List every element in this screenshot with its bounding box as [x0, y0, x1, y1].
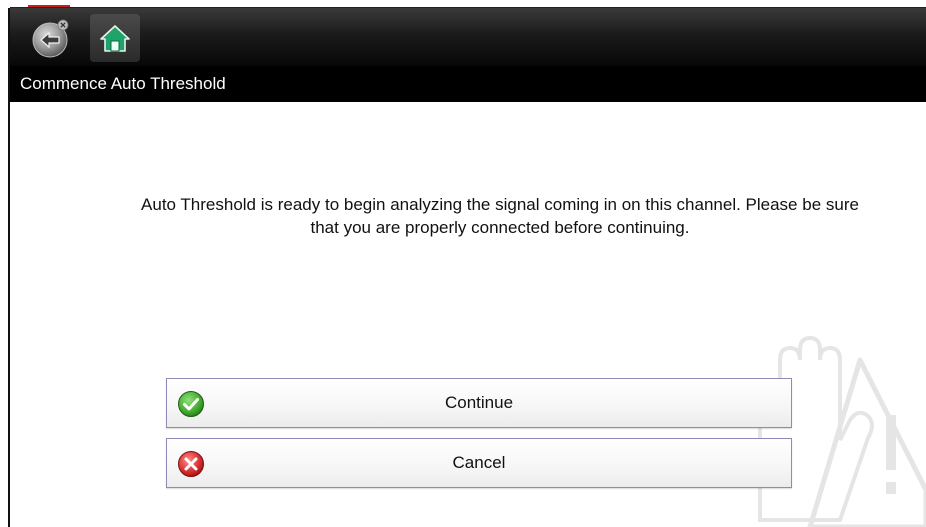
toolbar: [10, 8, 926, 66]
continue-label: Continue: [444, 393, 514, 412]
home-icon: [100, 25, 130, 52]
cancel-button[interactable]: Cancel: [166, 438, 792, 488]
window-top-edge: [0, 0, 926, 8]
back-arrow-icon: [32, 19, 69, 58]
app-window: Commence Auto Threshold Auto Threshold i…: [0, 0, 926, 527]
cancel-label: Cancel: [452, 453, 506, 472]
instruction-message: Auto Threshold is ready to begin analyzi…: [141, 195, 859, 237]
page-title: Commence Auto Threshold: [10, 66, 926, 102]
continue-button[interactable]: Continue: [166, 378, 792, 428]
back-button[interactable]: [26, 14, 76, 62]
home-button[interactable]: [90, 14, 140, 62]
